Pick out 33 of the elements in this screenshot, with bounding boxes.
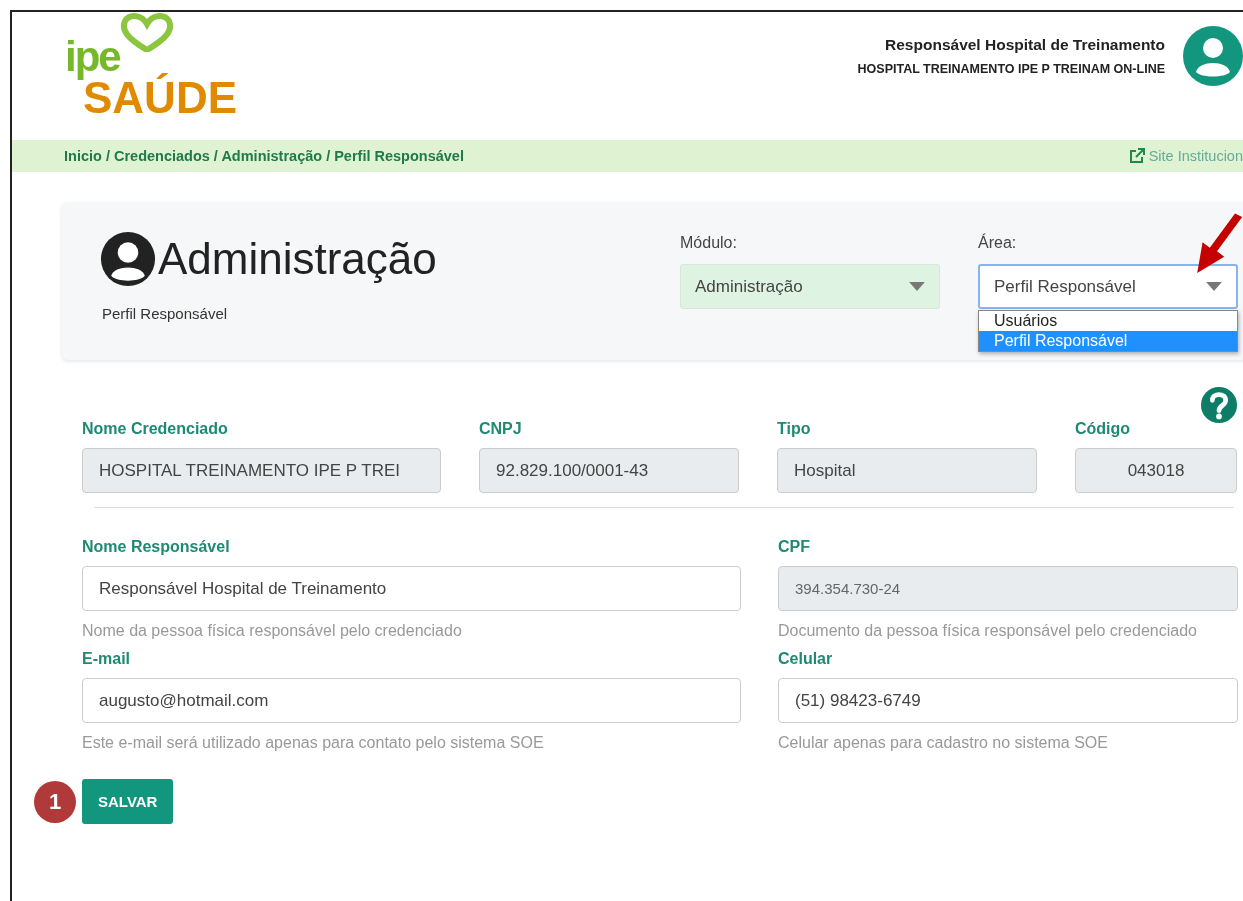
readonly-field: 043018 [1075, 448, 1237, 493]
readonly-field: 394.354.730-24 [778, 566, 1238, 611]
field-label: Código [1075, 420, 1132, 438]
step-badge: 1 [34, 780, 76, 823]
select-label: Área: [978, 234, 1018, 252]
dropdown-option[interactable]: Usuários [979, 311, 1237, 331]
select-label: Módulo: [680, 234, 738, 252]
field-label: Tipo [777, 420, 812, 438]
readonly-field: Hospital [777, 448, 1037, 493]
input-field[interactable]: (51) 98423-6749 [778, 678, 1238, 723]
breadcrumb[interactable]: Inicio / Credenciados / Administração / Perfil Responsável [64, 148, 464, 164]
select-field[interactable]: Administração [680, 264, 940, 309]
field-label: Nome Credenciado [82, 420, 229, 438]
page-subtitle: Perfil Responsável [102, 305, 229, 322]
input-field[interactable]: augusto@hotmail.com [82, 678, 741, 723]
logo: ipe SAÚDE [65, 14, 250, 114]
help-text: Este e-mail será utilizado apenas para contato pelo sistema SOE [82, 733, 545, 753]
page-title: Administração [158, 234, 437, 284]
help-text: Celular apenas para cadastro no sistema SOE [778, 733, 1109, 753]
select-field[interactable]: Perfil Responsável [978, 264, 1238, 309]
organization-name: HOSPITAL TREINAMENTO IPE P TREINAM ON-LINE [857, 62, 1165, 76]
readonly-field: HOSPITAL TREINAMENTO IPE P TREI [82, 448, 441, 493]
input-field[interactable]: Responsável Hospital de Treinamento [82, 566, 741, 611]
field-label: Nome Responsável [82, 538, 231, 556]
field-label: Celular [778, 650, 834, 668]
field-label: CPF [778, 538, 811, 556]
field-label: E-mail [82, 650, 131, 668]
field-label: CNPJ [479, 420, 523, 438]
user-name: Responsável Hospital de Treinamento [885, 36, 1165, 54]
help-text: Nome da pessoa física responsável pelo credenciado [82, 621, 463, 641]
readonly-field: 92.829.100/0001-43 [479, 448, 739, 493]
save-button[interactable]: SALVAR [82, 779, 174, 824]
help-text: Documento da pessoa física responsável pelo credenciado [778, 621, 1198, 641]
